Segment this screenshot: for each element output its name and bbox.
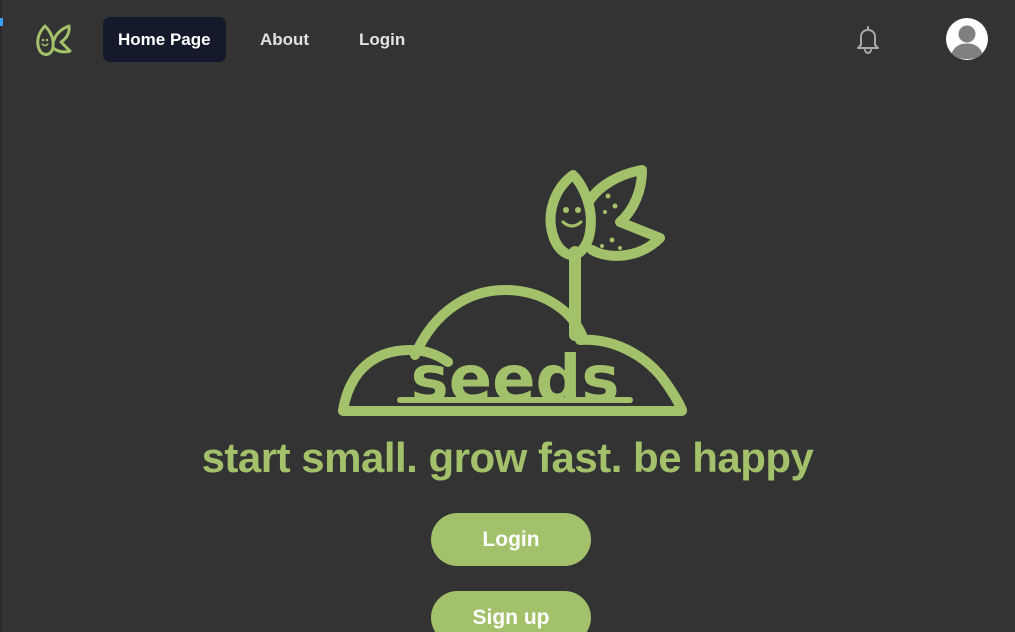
bell-icon[interactable]: [854, 24, 882, 54]
hero-tagline: start small. grow fast. be happy: [201, 434, 814, 481]
signup-button[interactable]: Sign up: [431, 591, 591, 632]
seeds-logo-icon[interactable]: [31, 20, 75, 60]
seeds-hero-logo: seeds: [338, 165, 687, 417]
window-edge: [0, 0, 2, 632]
page: Home Page About Login seeds start small.…: [0, 0, 1015, 632]
user-avatar-icon[interactable]: [946, 18, 988, 60]
nav-login[interactable]: Login: [344, 17, 420, 62]
seeds-wordmark: seeds: [411, 343, 620, 417]
nav-about[interactable]: About: [245, 17, 324, 62]
login-button[interactable]: Login: [431, 513, 591, 566]
navbar: Home Page About Login: [0, 0, 1015, 80]
nav-home-page[interactable]: Home Page: [103, 17, 226, 62]
